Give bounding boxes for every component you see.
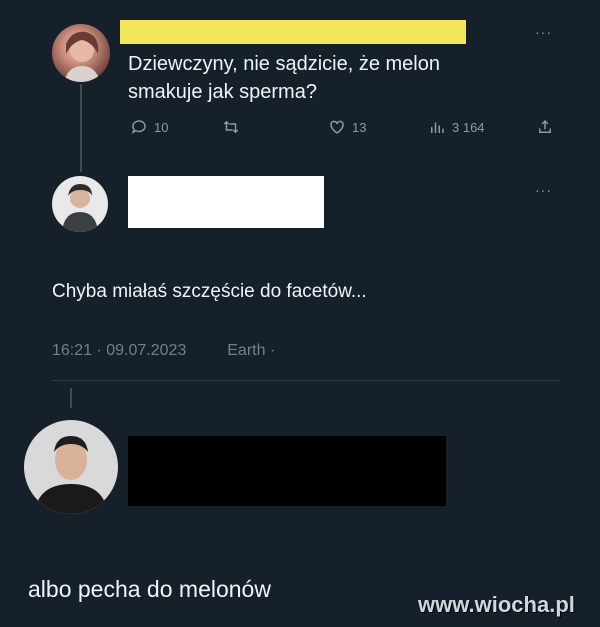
reply-icon	[131, 120, 146, 134]
views-icon	[431, 122, 444, 133]
like-count: 13	[352, 119, 367, 135]
thread-line-1	[80, 84, 82, 172]
avatar-portrait	[34, 436, 108, 514]
watermark: www.wiocha.pl	[418, 592, 575, 617]
tweet2-meta: 16:21 · 09.07.2023 Earth ·	[52, 342, 275, 360]
tweet1-text: Dziewczyny, nie sądzicie, że melon smaku…	[128, 50, 548, 106]
share-button[interactable]	[536, 118, 554, 136]
tweet1-text-line1: Dziewczyny, nie sądzicie, że melon	[128, 53, 440, 75]
divider	[52, 380, 560, 381]
thread-line-2	[70, 388, 72, 408]
views-button[interactable]: 3 164	[428, 118, 485, 136]
avatar-tweet2[interactable]	[52, 176, 108, 232]
redacted-username	[120, 20, 466, 44]
avatar-portrait	[62, 184, 98, 232]
views-count: 3 164	[452, 119, 485, 135]
like-button[interactable]: 13	[328, 118, 366, 136]
more-options-button[interactable]: ···	[535, 24, 552, 40]
redacted-username-3	[128, 436, 446, 506]
tweet2-timestamp: 16:21 · 09.07.2023	[52, 342, 187, 359]
reply-count: 10	[154, 119, 169, 135]
avatar-reply[interactable]	[24, 420, 118, 514]
more-options-button-2[interactable]: ···	[535, 182, 552, 198]
tweet2-source: Earth ·	[227, 342, 276, 359]
like-icon	[330, 120, 344, 134]
reply-button[interactable]: 10	[130, 118, 168, 136]
retweet-icon	[223, 120, 239, 134]
redacted-username-2	[128, 176, 324, 228]
avatar-tweet1[interactable]	[52, 24, 110, 82]
retweet-button[interactable]	[222, 118, 246, 136]
reply-text: albo pecha do melonów	[28, 576, 271, 602]
avatar-portrait	[64, 31, 100, 82]
tweet2-text: Chyba miałaś szczęście do facetów...	[52, 281, 367, 302]
share-icon	[539, 119, 551, 133]
tweet1-text-line2: smakuje jak sperma?	[128, 81, 317, 103]
